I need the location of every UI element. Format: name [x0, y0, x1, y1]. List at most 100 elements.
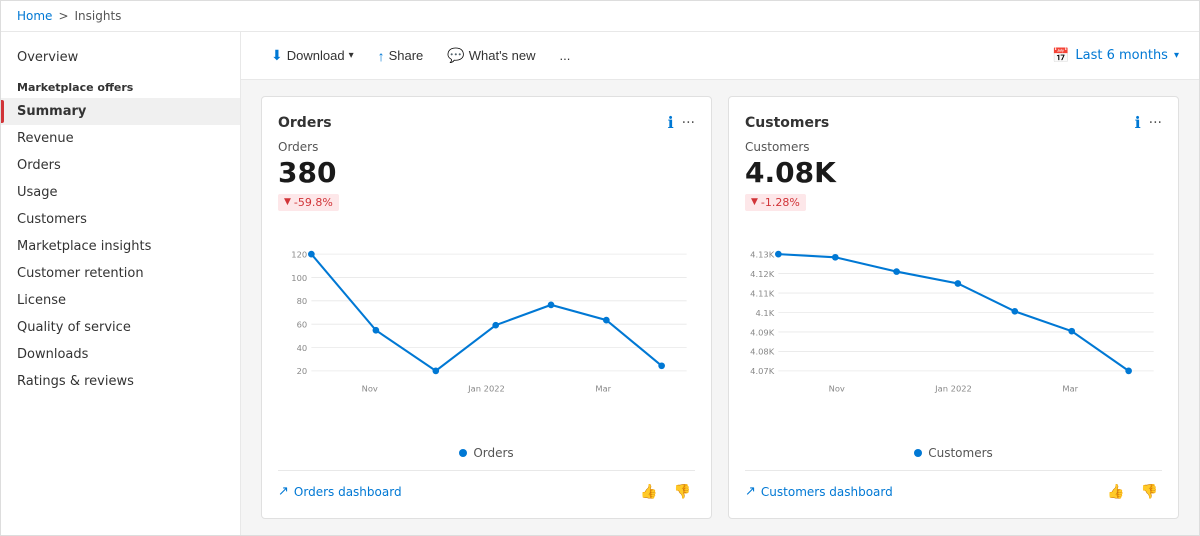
dashboard-link-label-orders: Orders dashboard — [294, 485, 402, 499]
svg-text:40: 40 — [297, 342, 308, 352]
toolbar: ⬇ Download ▾ ↑ Share 💬 What's new ... — [241, 32, 1199, 80]
chart-legend-customers: Customers — [745, 446, 1162, 460]
svg-text:4.07K: 4.07K — [750, 366, 775, 376]
card-feedback-customers: 👍 👎 — [1103, 481, 1162, 502]
legend-dot-orders — [459, 449, 467, 457]
change-value-customers: -1.28% — [761, 196, 800, 209]
card-value-customers: 4.08K — [745, 156, 1162, 189]
svg-text:20: 20 — [297, 366, 308, 376]
download-chevron-icon: ▾ — [349, 50, 354, 61]
svg-text:4.13K: 4.13K — [750, 249, 775, 259]
svg-text:60: 60 — [297, 319, 308, 329]
card-value-orders: 380 — [278, 156, 695, 189]
card-change-orders: ▼ -59.8% — [278, 194, 339, 211]
change-arrow-icon-orders: ▼ — [284, 197, 291, 207]
toolbar-right[interactable]: 📅 Last 6 months ▾ — [1052, 48, 1179, 64]
svg-text:Mar: Mar — [1062, 383, 1078, 393]
card-header-customers: Customers ℹ ··· — [745, 113, 1162, 132]
card-feedback-orders: 👍 👎 — [636, 481, 695, 502]
sidebar-item-usage[interactable]: Usage — [1, 179, 240, 206]
card-title-customers: Customers — [745, 115, 829, 131]
main-layout: Overview Marketplace offers SummaryReven… — [1, 32, 1199, 535]
sidebar-item-marketplace-insights[interactable]: Marketplace insights — [1, 233, 240, 260]
trend-icon-customers: ↗ — [745, 484, 756, 499]
sidebar: Overview Marketplace offers SummaryReven… — [1, 32, 241, 535]
whats-new-icon: 💬 — [447, 47, 464, 64]
sidebar-item-summary[interactable]: Summary — [1, 98, 240, 125]
trend-icon-orders: ↗ — [278, 484, 289, 499]
card-value-label-orders: Orders — [278, 140, 695, 154]
info-icon-orders[interactable]: ℹ — [668, 113, 674, 132]
sidebar-item-customers[interactable]: Customers — [1, 206, 240, 233]
change-value-orders: -59.8% — [294, 196, 333, 209]
chart-svg-orders: 120 100 80 60 40 20 NovJan 2022Mar — [278, 225, 695, 425]
download-button[interactable]: ⬇ Download ▾ — [261, 42, 364, 69]
svg-text:80: 80 — [297, 296, 308, 306]
card-header-orders: Orders ℹ ··· — [278, 113, 695, 132]
svg-text:120: 120 — [291, 249, 307, 259]
dashboard-link-label-customers: Customers dashboard — [761, 485, 893, 499]
sidebar-item-orders[interactable]: Orders — [1, 152, 240, 179]
dashboard-link-orders[interactable]: ↗ Orders dashboard — [278, 484, 402, 499]
chart-svg-customers: 4.13K 4.12K 4.11K 4.1K 4.09K 4.08K 4.07K… — [745, 225, 1162, 425]
download-label: Download — [287, 48, 345, 63]
more-button[interactable]: ... — [550, 43, 581, 68]
svg-text:Nov: Nov — [829, 383, 845, 393]
svg-text:Jan 2022: Jan 2022 — [934, 383, 972, 393]
card-orders: Orders ℹ ··· Orders 380 ▼ -59.8% 120 100… — [261, 96, 712, 519]
card-footer-orders: ↗ Orders dashboard 👍 👎 — [278, 470, 695, 502]
card-header-icons-customers: ℹ ··· — [1135, 113, 1162, 132]
card-header-icons-orders: ℹ ··· — [668, 113, 695, 132]
thumbs-down-button-customers[interactable]: 👎 — [1137, 481, 1162, 502]
thumbs-up-button-orders[interactable]: 👍 — [636, 481, 661, 502]
svg-text:4.1K: 4.1K — [755, 307, 774, 317]
sidebar-item-license[interactable]: License — [1, 287, 240, 314]
more-dots: ... — [560, 48, 571, 63]
card-title-orders: Orders — [278, 115, 332, 131]
cards-area: Orders ℹ ··· Orders 380 ▼ -59.8% 120 100… — [241, 80, 1199, 535]
legend-label-customers: Customers — [928, 446, 993, 460]
whats-new-button[interactable]: 💬 What's new — [437, 42, 545, 69]
change-arrow-icon-customers: ▼ — [751, 197, 758, 207]
legend-dot-customers — [914, 449, 922, 457]
more-icon-customers[interactable]: ··· — [1149, 115, 1162, 131]
card-value-label-customers: Customers — [745, 140, 1162, 154]
app-container: Home > Insights Overview Marketplace off… — [0, 0, 1200, 536]
legend-label-orders: Orders — [473, 446, 513, 460]
chart-legend-orders: Orders — [278, 446, 695, 460]
sidebar-item-overview[interactable]: Overview — [1, 44, 240, 71]
toolbar-left: ⬇ Download ▾ ↑ Share 💬 What's new ... — [261, 42, 580, 69]
card-customers: Customers ℹ ··· Customers 4.08K ▼ -1.28%… — [728, 96, 1179, 519]
info-icon-customers[interactable]: ℹ — [1135, 113, 1141, 132]
thumbs-up-button-customers[interactable]: 👍 — [1103, 481, 1128, 502]
download-icon: ⬇ — [271, 47, 283, 64]
svg-text:4.11K: 4.11K — [750, 288, 775, 298]
share-button[interactable]: ↑ Share — [368, 43, 434, 69]
chart-container-customers: 4.13K 4.12K 4.11K 4.1K 4.09K 4.08K 4.07K… — [745, 225, 1162, 439]
date-range-chevron-icon: ▾ — [1174, 50, 1179, 61]
svg-text:100: 100 — [291, 272, 307, 282]
card-footer-customers: ↗ Customers dashboard 👍 👎 — [745, 470, 1162, 502]
date-range-label: Last 6 months — [1075, 48, 1168, 63]
dashboard-link-customers[interactable]: ↗ Customers dashboard — [745, 484, 893, 499]
sidebar-item-downloads[interactable]: Downloads — [1, 341, 240, 368]
breadcrumb-current: Insights — [75, 9, 122, 23]
sidebar-item-ratings-reviews[interactable]: Ratings & reviews — [1, 368, 240, 395]
breadcrumb-home[interactable]: Home — [17, 9, 52, 23]
svg-text:4.08K: 4.08K — [750, 346, 775, 356]
svg-text:Mar: Mar — [595, 383, 611, 393]
share-icon: ↑ — [378, 48, 385, 64]
sidebar-section-label: Marketplace offers — [1, 71, 240, 98]
content-area: ⬇ Download ▾ ↑ Share 💬 What's new ... — [241, 32, 1199, 535]
more-icon-orders[interactable]: ··· — [682, 115, 695, 131]
sidebar-item-quality-of-service[interactable]: Quality of service — [1, 314, 240, 341]
thumbs-down-button-orders[interactable]: 👎 — [670, 481, 695, 502]
breadcrumb-separator: > — [58, 9, 68, 23]
svg-text:4.09K: 4.09K — [750, 327, 775, 337]
card-change-customers: ▼ -1.28% — [745, 194, 806, 211]
sidebar-item-revenue[interactable]: Revenue — [1, 125, 240, 152]
chart-container-orders: 120 100 80 60 40 20 NovJan 2022Mar — [278, 225, 695, 439]
whats-new-label: What's new — [469, 48, 536, 63]
calendar-icon: 📅 — [1052, 48, 1069, 64]
sidebar-item-customer-retention[interactable]: Customer retention — [1, 260, 240, 287]
